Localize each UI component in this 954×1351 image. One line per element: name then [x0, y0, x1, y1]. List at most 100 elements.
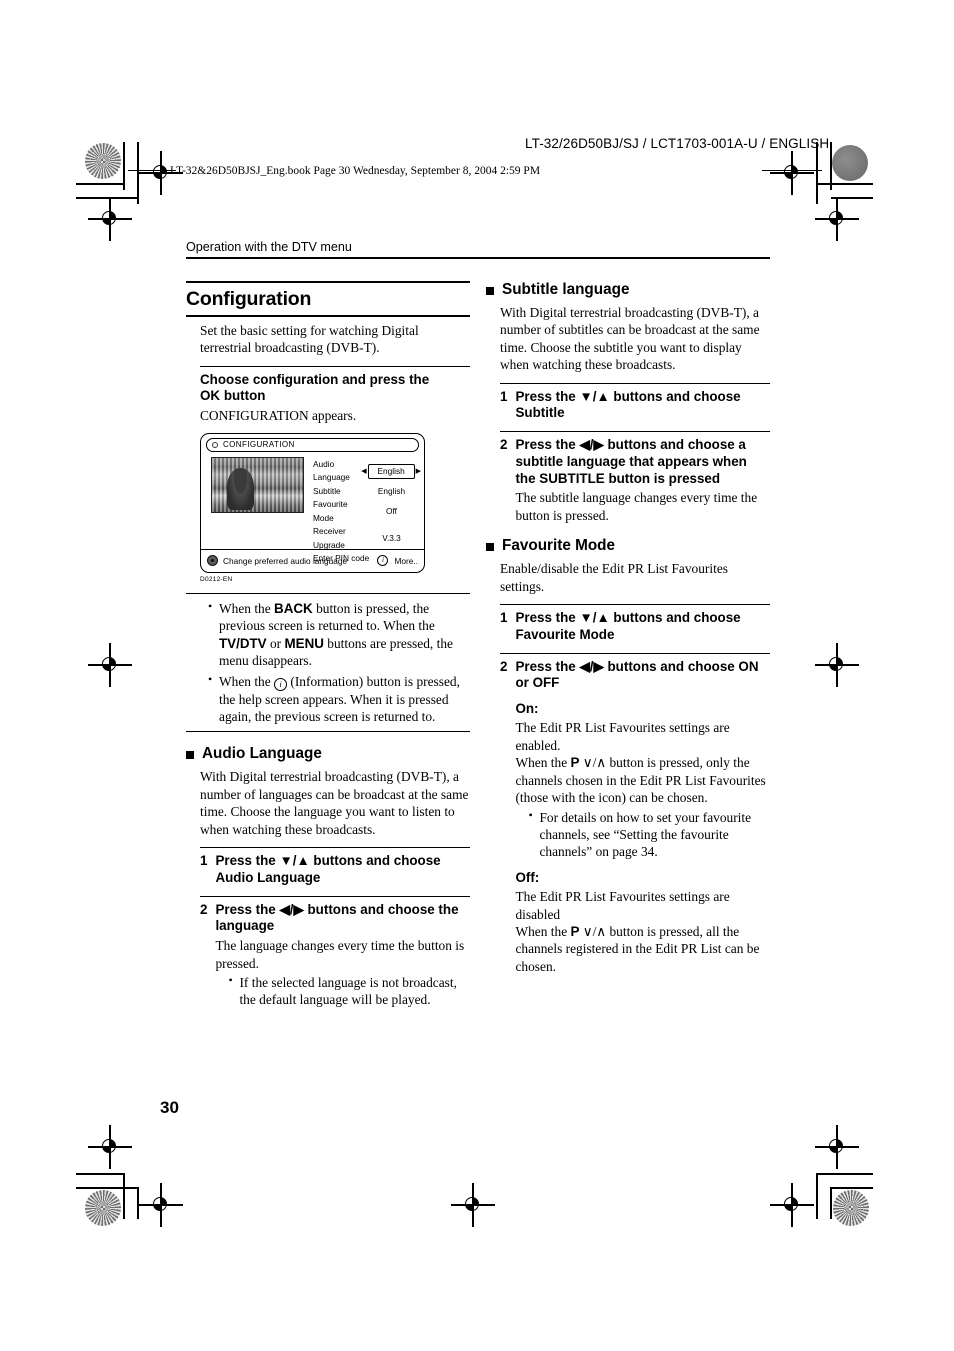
choose-configuration-body: CONFIGURATION appears.: [200, 407, 357, 423]
topic-title: Favourite Mode: [502, 537, 616, 555]
p-updown-icon: ∨/∧: [579, 755, 610, 771]
notes-list: When the BACK button is pressed, the pre…: [186, 599, 470, 726]
step-favourite-1: 1 Press the ▼/▲ buttons and choose Favou…: [500, 604, 770, 644]
running-head-text: Operation with the DTV menu: [186, 240, 352, 254]
osd-title-bar: CONFIGURATION: [206, 437, 419, 452]
navigation-pad-icon: [207, 555, 218, 567]
on-bullets: For details on how to set your favourite…: [515, 808, 770, 861]
gear-icon: [212, 441, 218, 448]
osd-label-audio-language: Audio Language: [313, 458, 350, 483]
menu-button-label: MENU: [284, 635, 324, 651]
p-updown-icon: ∨/∧: [579, 924, 610, 940]
osd-label-favourite-mode: Favourite Mode: [313, 499, 348, 523]
square-bullet-icon: [486, 287, 494, 295]
page-sheet: LT-32/26D50BJ/SJ / LCT1703-001A-U / ENGL…: [0, 0, 954, 1351]
step-number: 2: [500, 658, 508, 674]
topic-body: With Digital terrestrial broadcasting (D…: [200, 769, 469, 837]
osd-row-subtitle[interactable]: Subtitle English: [313, 485, 421, 498]
note1-e: or: [266, 635, 285, 651]
step-audio-1: 1 Press the ▼/▲ buttons and choose Audio…: [200, 847, 470, 887]
file-bar-rule-right: [762, 170, 822, 171]
step-text-label: Press the ◀/▶ buttons and choose a subti…: [515, 437, 747, 486]
step-text: Press the ▼/▲ buttons and choose Subtitl…: [515, 388, 741, 421]
choose-heading-line2: button: [220, 388, 266, 404]
osd-label-subtitle: Subtitle: [313, 485, 341, 496]
on-body-1: The Edit PR List Favourites settings are…: [515, 720, 730, 753]
step-audio-2: 2 Press the ◀/▶ buttons and choose the l…: [200, 895, 470, 1009]
configuration-notes: When the BACK button is pressed, the pre…: [186, 592, 470, 733]
file-info-bar: LT-32&26D50BJSJ_Eng.book Page 30 Wednesd…: [170, 165, 541, 177]
list-item: When the BACK button is pressed, the pre…: [208, 599, 470, 670]
step-bullets: If the selected language is not broadcas…: [215, 973, 470, 1009]
right-arrow-icon: ▶: [415, 467, 421, 475]
step-text: Press the ◀/▶ buttons and choose a subti…: [515, 437, 770, 524]
document-code: LT-32/26D50BJ/SJ / LCT1703-001A-U / ENGL…: [525, 136, 830, 151]
choose-heading-line1: Choose configuration and press the: [200, 371, 430, 387]
section-intro: Set the basic setting for watching Digit…: [200, 323, 419, 356]
off-body-2: When the P ∨/∧ button is pressed, all th…: [515, 923, 770, 975]
topic-favourite-mode: Favourite Mode: [486, 537, 770, 555]
topic-title: Subtitle language: [502, 281, 630, 298]
square-bullet-icon: [486, 543, 494, 552]
topic-body: With Digital terrestrial broadcasting (D…: [500, 305, 760, 373]
file-bar-rule-left: [128, 170, 176, 171]
list-item: When the i (Information) button is press…: [208, 672, 470, 726]
topic-title: Audio Language: [202, 745, 322, 763]
topic-audio-language: Audio Language: [186, 745, 470, 763]
osd-status-bar: Change preferred audio language i More..: [201, 548, 424, 572]
tvdtv-button-label: TV/DTV: [219, 635, 267, 651]
configuration-screen-figure: CONFIGURATION Audio Language ◀ English ▶…: [200, 432, 470, 583]
on-label: On:: [515, 701, 539, 717]
left-arrow-icon: ◀: [361, 467, 367, 475]
osd-title-text: CONFIGURATION: [223, 440, 295, 450]
figure-code: D0212-EN: [200, 575, 233, 583]
square-bullet-icon: [186, 751, 194, 760]
off-label: Off:: [515, 869, 540, 885]
right-column: Subtitle language With Digital terrestri…: [486, 281, 770, 975]
back-button-label: BACK: [274, 600, 313, 616]
note2-a: When the: [219, 673, 275, 689]
osd-row-audio-language[interactable]: Audio Language ◀ English ▶: [313, 458, 421, 485]
step-number: 1: [200, 853, 208, 869]
osd-footer-more: More..: [394, 555, 418, 566]
step-subtitle-2: 2 Press the ◀/▶ buttons and choose a sub…: [500, 431, 770, 524]
osd-footer-hint: Change preferred audio language: [223, 555, 348, 566]
page-title: Configuration: [186, 281, 470, 317]
osd-value-favourite-mode: Off: [386, 505, 397, 516]
ok-button-label: OK: [200, 388, 221, 404]
on-body-2-a: When the: [515, 755, 571, 771]
list-item: If the selected language is not broadcas…: [228, 973, 470, 1009]
information-icon: i: [377, 555, 389, 567]
step-body: The language changes every time the butt…: [215, 938, 465, 971]
topic-body: Enable/disable the Edit PR List Favourit…: [500, 561, 728, 594]
osd-preview-photo: [211, 456, 304, 513]
step-text-label: Press the ◀/▶ buttons and choose the lan…: [215, 901, 459, 934]
choose-configuration-block: Choose configuration and press the OK bu…: [200, 365, 470, 424]
osd-row-favourite-mode[interactable]: Favourite Mode Off: [313, 498, 421, 525]
step-number: 1: [500, 388, 508, 404]
running-head: Operation with the DTV menu: [186, 240, 770, 260]
on-body-2: When the P ∨/∧ button is pressed, only t…: [515, 754, 770, 806]
topic-subtitle-language: Subtitle language: [486, 281, 770, 299]
left-column: Configuration Set the basic setting for …: [186, 281, 470, 1009]
page-number: 30: [160, 1098, 179, 1117]
running-head-rule: [186, 257, 770, 260]
step-text: Press the ▼/▲ buttons and choose Favouri…: [515, 610, 741, 642]
osd-window: CONFIGURATION Audio Language ◀ English ▶…: [200, 432, 425, 573]
step-body: The subtitle language changes every time…: [515, 490, 758, 523]
step-favourite-2: 2 Press the ◀/▶ buttons and choose ON or…: [500, 652, 770, 976]
off-body-2-a: When the: [515, 924, 571, 940]
information-icon: i: [274, 677, 288, 691]
osd-value-receiver-upgrade: V.3.3: [382, 532, 401, 543]
step-number: 2: [200, 901, 208, 917]
step-text-label: Press the ◀/▶ buttons and choose ON or O…: [515, 658, 759, 691]
step-number: 2: [500, 437, 508, 453]
note1-a: When the: [219, 600, 275, 616]
step-text: Press the ◀/▶ buttons and choose ON or O…: [515, 659, 770, 976]
choose-configuration-heading: Choose configuration and press the OK bu…: [200, 372, 470, 405]
osd-value-subtitle: English: [377, 485, 406, 496]
step-text: Press the ▼/▲ buttons and choose Audio L…: [215, 853, 441, 885]
off-body-1: The Edit PR List Favourites settings are…: [515, 889, 730, 922]
step-subtitle-1: 1 Press the ▼/▲ buttons and choose Subti…: [500, 382, 770, 423]
osd-value-audio-language: English: [367, 463, 415, 480]
